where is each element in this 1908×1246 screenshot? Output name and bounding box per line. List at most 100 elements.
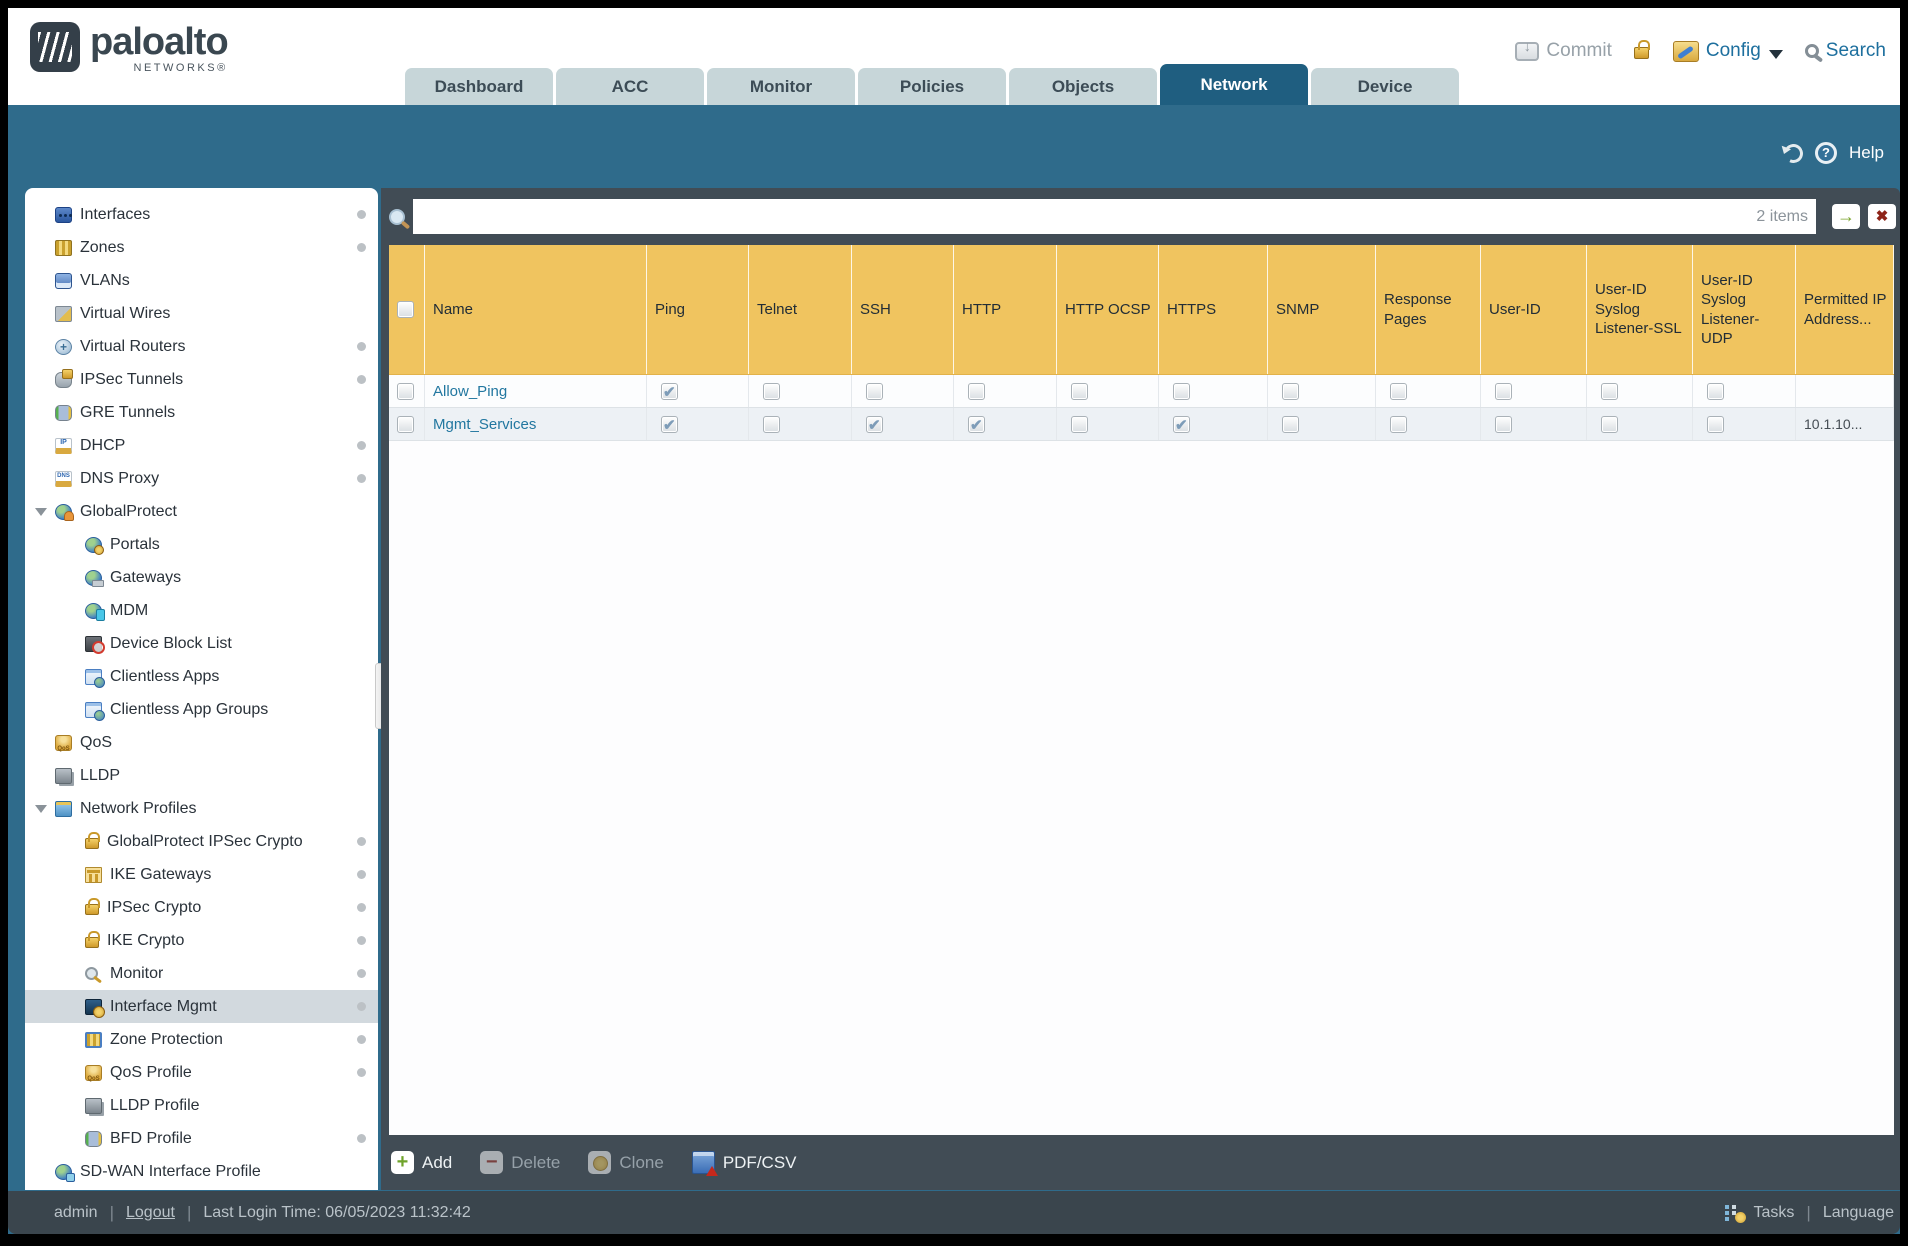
tasks-button[interactable]: Tasks bbox=[1753, 1204, 1794, 1222]
user-id-syslog-listener-udp-checkbox[interactable] bbox=[1707, 382, 1724, 400]
sidebar-item-dns-proxy[interactable]: DNS Proxy bbox=[25, 462, 378, 495]
add-button[interactable]: Add bbox=[391, 1151, 452, 1174]
sidebar-item-mdm[interactable]: MDM bbox=[25, 594, 378, 627]
column-header-user-id-syslog-listener-ssl[interactable]: User-ID Syslog Listener-SSL bbox=[1587, 245, 1693, 374]
column-header-https[interactable]: HTTPS bbox=[1159, 245, 1268, 374]
ssh-checkbox[interactable] bbox=[866, 415, 883, 434]
sidebar-item-portals[interactable]: Portals bbox=[25, 528, 378, 561]
tab-device[interactable]: Device bbox=[1311, 68, 1459, 105]
tab-network[interactable]: Network bbox=[1160, 64, 1308, 105]
sidebar-item-clientless-app-groups[interactable]: Clientless App Groups bbox=[25, 693, 378, 726]
sidebar-item-interfaces[interactable]: Interfaces bbox=[25, 198, 378, 231]
ssh-checkbox[interactable] bbox=[866, 382, 883, 400]
tab-policies[interactable]: Policies bbox=[858, 68, 1006, 105]
tab-monitor[interactable]: Monitor bbox=[707, 68, 855, 105]
expander-icon[interactable] bbox=[35, 508, 47, 516]
language-button[interactable]: Language bbox=[1823, 1204, 1894, 1222]
logout-link[interactable]: Logout bbox=[126, 1204, 175, 1222]
sidebar-item-bfd-profile[interactable]: BFD Profile bbox=[25, 1122, 378, 1155]
sidebar-item-qos[interactable]: QoS bbox=[25, 726, 378, 759]
sidebar-item-ike-gateways[interactable]: IKE Gateways bbox=[25, 858, 378, 891]
http-ocsp-checkbox[interactable] bbox=[1071, 382, 1088, 400]
column-header-user-id[interactable]: User-ID bbox=[1481, 245, 1587, 374]
column-header-response-pages[interactable]: Response Pages bbox=[1376, 245, 1481, 374]
select-all-checkbox[interactable] bbox=[397, 301, 414, 318]
table-row[interactable]: Allow_Ping bbox=[389, 375, 1894, 408]
search-button[interactable]: Search bbox=[1826, 40, 1886, 62]
help-icon[interactable] bbox=[1815, 142, 1838, 164]
zone-protection-icon bbox=[85, 1031, 102, 1048]
sidebar-item-qos-profile[interactable]: QoS Profile bbox=[25, 1056, 378, 1089]
user-id-syslog-listener-ssl-checkbox[interactable] bbox=[1601, 382, 1618, 400]
filter-input[interactable] bbox=[413, 199, 1816, 234]
sidebar-item-gre-tunnels[interactable]: GRE Tunnels bbox=[25, 396, 378, 429]
sidebar-item-ike-crypto[interactable]: IKE Crypto bbox=[25, 924, 378, 957]
sidebar-item-vlans[interactable]: VLANs bbox=[25, 264, 378, 297]
column-header-http[interactable]: HTTP bbox=[954, 245, 1057, 374]
sidebar-item-globalprotect-ipsec-crypto[interactable]: GlobalProtect IPSec Crypto bbox=[25, 825, 378, 858]
sidebar-item-clientless-apps[interactable]: Clientless Apps bbox=[25, 660, 378, 693]
tab-acc[interactable]: ACC bbox=[556, 68, 704, 105]
profile-name-link[interactable]: Allow_Ping bbox=[433, 383, 507, 400]
sidebar-item-virtual-routers[interactable]: Virtual Routers bbox=[25, 330, 378, 363]
sidebar-item-interface-mgmt[interactable]: Interface Mgmt bbox=[25, 990, 378, 1023]
http-checkbox[interactable] bbox=[968, 382, 985, 400]
sidebar-item-sd-wan-interface-profile[interactable]: SD-WAN Interface Profile bbox=[25, 1155, 378, 1188]
response-pages-checkbox[interactable] bbox=[1390, 382, 1407, 400]
expander-icon[interactable] bbox=[35, 805, 47, 813]
tab-dashboard[interactable]: Dashboard bbox=[405, 68, 553, 105]
chevron-down-icon[interactable] bbox=[1768, 49, 1783, 59]
user-id-syslog-listener-ssl-checkbox[interactable] bbox=[1601, 415, 1618, 433]
user-id-checkbox[interactable] bbox=[1495, 382, 1512, 400]
sidebar-item-dhcp[interactable]: DHCP bbox=[25, 429, 378, 462]
pdf-csv-button[interactable]: PDF/CSV bbox=[691, 1151, 797, 1176]
sidebar-item-virtual-wires[interactable]: Virtual Wires bbox=[25, 297, 378, 330]
table-row[interactable]: Mgmt_Services 10.1.10... bbox=[389, 408, 1894, 441]
sidebar-item-network-profiles[interactable]: Network Profiles bbox=[25, 792, 378, 825]
clear-filter-button[interactable] bbox=[1868, 204, 1896, 229]
user-id-checkbox[interactable] bbox=[1495, 415, 1512, 433]
tab-objects[interactable]: Objects bbox=[1009, 68, 1157, 105]
ping-checkbox[interactable] bbox=[661, 382, 678, 401]
column-header-telnet[interactable]: Telnet bbox=[749, 245, 852, 374]
sidebar-item-gateways[interactable]: Gateways bbox=[25, 561, 378, 594]
column-header-name[interactable]: Name bbox=[425, 245, 647, 374]
apply-filter-button[interactable] bbox=[1832, 204, 1860, 229]
column-header-ping[interactable]: Ping bbox=[647, 245, 749, 374]
column-header-permitted-ip-address[interactable]: Permitted IP Address... bbox=[1796, 245, 1894, 374]
config-button[interactable]: Config bbox=[1706, 40, 1761, 62]
sidebar-item-ipsec-tunnels[interactable]: IPSec Tunnels bbox=[25, 363, 378, 396]
sidebar-item-device-block-list[interactable]: Device Block List bbox=[25, 627, 378, 660]
sidebar-item-globalprotect[interactable]: GlobalProtect bbox=[25, 495, 378, 528]
http-checkbox[interactable] bbox=[968, 415, 985, 434]
http-ocsp-checkbox[interactable] bbox=[1071, 415, 1088, 433]
help-label[interactable]: Help bbox=[1849, 143, 1884, 163]
sidebar-item-ipsec-crypto[interactable]: IPSec Crypto bbox=[25, 891, 378, 924]
commit-button[interactable]: Commit bbox=[1546, 40, 1611, 62]
sidebar-item-zones[interactable]: Zones bbox=[25, 231, 378, 264]
https-checkbox[interactable] bbox=[1173, 382, 1190, 400]
response-pages-checkbox[interactable] bbox=[1390, 415, 1407, 433]
column-header-user-id-syslog-listener-udp[interactable]: User-ID Syslog Listener-UDP bbox=[1693, 245, 1796, 374]
sidebar-item-monitor[interactable]: Monitor bbox=[25, 957, 378, 990]
telnet-checkbox[interactable] bbox=[763, 415, 780, 433]
sidebar-item-lldp[interactable]: LLDP bbox=[25, 759, 378, 792]
sidebar-item-lldp-profile[interactable]: LLDP Profile bbox=[25, 1089, 378, 1122]
snmp-checkbox[interactable] bbox=[1282, 382, 1299, 400]
refresh-icon[interactable] bbox=[1781, 140, 1806, 166]
sidebar-item-zone-protection[interactable]: Zone Protection bbox=[25, 1023, 378, 1056]
telnet-checkbox[interactable] bbox=[763, 382, 780, 400]
tasks-icon[interactable] bbox=[1725, 1204, 1747, 1223]
ping-checkbox[interactable] bbox=[661, 415, 678, 434]
unlock-icon[interactable] bbox=[1633, 40, 1650, 59]
https-checkbox[interactable] bbox=[1173, 415, 1190, 434]
row-select-checkbox[interactable] bbox=[397, 382, 414, 400]
profile-name-link[interactable]: Mgmt_Services bbox=[433, 416, 536, 433]
column-header-snmp[interactable]: SNMP bbox=[1268, 245, 1376, 374]
column-header-ssh[interactable]: SSH bbox=[852, 245, 954, 374]
column-header-http-ocsp[interactable]: HTTP OCSP bbox=[1057, 245, 1159, 374]
snmp-checkbox[interactable] bbox=[1282, 415, 1299, 433]
row-select-checkbox[interactable] bbox=[397, 415, 414, 433]
user-id-syslog-listener-udp-checkbox[interactable] bbox=[1707, 415, 1724, 433]
column-header-select[interactable] bbox=[389, 245, 425, 374]
